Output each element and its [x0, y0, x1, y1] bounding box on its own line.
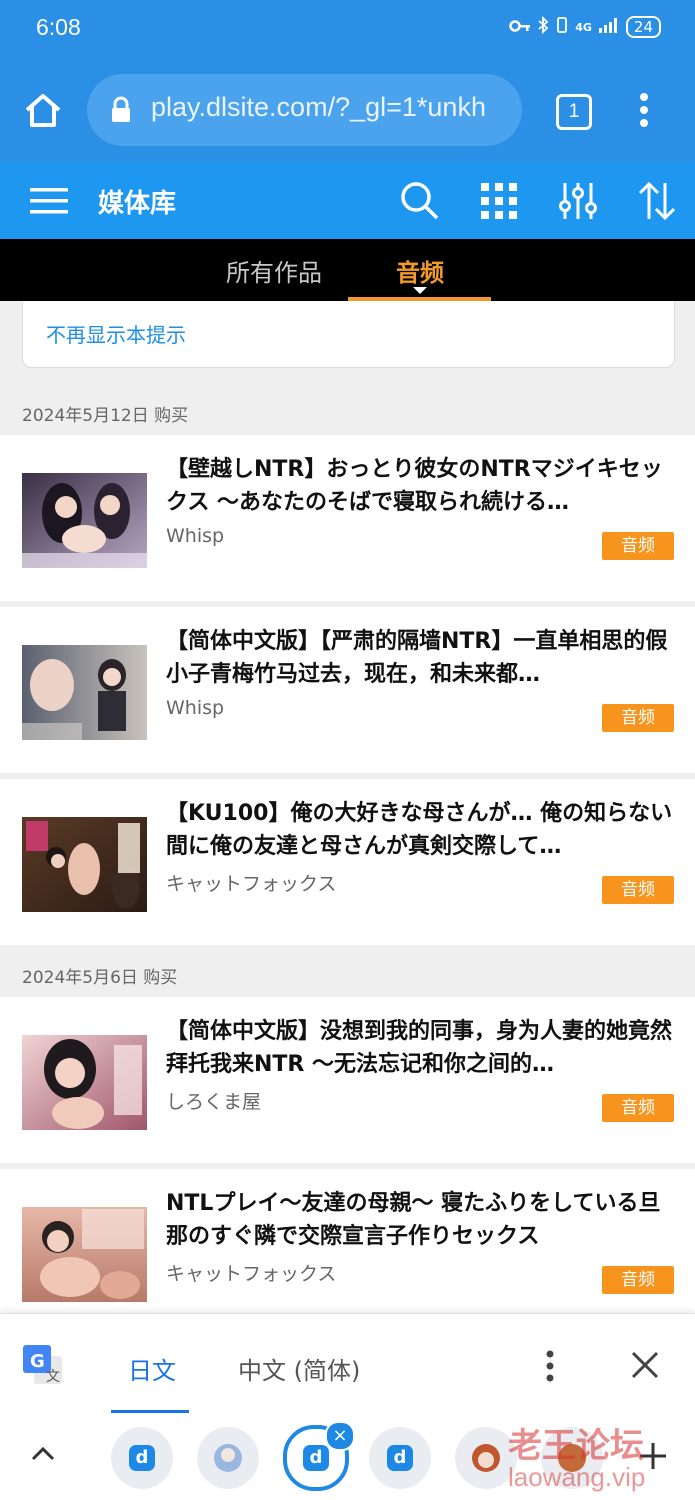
dlsite-icon: d [387, 1445, 413, 1471]
notice-card: 不再显示本提示 [22, 301, 675, 368]
list-item[interactable]: 【KU100】俺の大好きな母さんが… 俺の知らない間に俺の友達と母さんが真剣交際… [0, 779, 695, 945]
work-thumbnail [22, 817, 147, 912]
tab-all-works[interactable]: 所有作品 [226, 253, 322, 288]
lock-icon [109, 96, 133, 124]
audio-badge: 音频 [602, 532, 674, 560]
svg-text:文: 文 [46, 1369, 60, 1385]
chevron-up-icon [31, 1446, 55, 1461]
network-label: 4G [575, 20, 592, 34]
list-item[interactable]: 【壁越しNTR】おっとり彼女のNTRマジイキセックス ～あなたのそばで寝取られ続… [0, 435, 695, 601]
tab-indicator-caret [413, 287, 427, 294]
close-icon [631, 1351, 659, 1379]
grid-view-button[interactable] [479, 181, 519, 221]
menu-button[interactable] [30, 185, 68, 217]
status-time: 6:08 [36, 14, 81, 40]
search-button[interactable] [400, 181, 440, 221]
work-thumbnail [22, 1207, 147, 1302]
page-title: 媒体库 [98, 189, 177, 219]
status-bar: 6:08 4G 24 [0, 0, 695, 60]
bluetooth-icon [537, 15, 549, 38]
work-circle: キャットフォックス [166, 1263, 337, 1285]
work-thumbnail [22, 1035, 147, 1130]
watermark-text: 老王论坛 [508, 1426, 644, 1466]
work-circle: しろくま屋 [166, 1091, 262, 1113]
tab-thumbnail[interactable]: d [369, 1427, 431, 1489]
translate-bar: G 文 日文 中文 (简体) [0, 1313, 695, 1414]
category-tabs: 所有作品 音频 [0, 239, 695, 301]
tab-thumbnail[interactable]: d [111, 1427, 173, 1489]
hamburger-icon [30, 188, 68, 214]
avatar-icon [214, 1444, 242, 1472]
work-circle: Whisp [166, 697, 225, 719]
google-translate-icon: G 文 [22, 1344, 64, 1386]
work-title: 【壁越しNTR】おっとり彼女のNTRマジイキセックス ～あなたのそばで寝取られ続… [166, 457, 663, 515]
tab-thumbnail[interactable] [197, 1427, 259, 1489]
audio-badge: 音频 [602, 876, 674, 904]
search-icon [401, 182, 439, 220]
filter-button[interactable] [558, 181, 598, 221]
tab-audio[interactable]: 音频 [396, 253, 444, 288]
app-toolbar: 媒体库 [0, 163, 695, 239]
audio-badge: 音频 [602, 1094, 674, 1122]
watermark-url: laowang.vip [508, 1462, 646, 1492]
more-vertical-icon [546, 1350, 554, 1382]
audio-badge: 音频 [602, 1266, 674, 1294]
url-field[interactable]: play.dlsite.com/?_gl=1*unkh [87, 74, 522, 146]
audio-badge: 音频 [602, 704, 674, 732]
browser-address-bar: play.dlsite.com/?_gl=1*unkh 1 [0, 60, 695, 163]
signal-icon [598, 17, 620, 37]
grid-icon [481, 183, 517, 219]
dismiss-notice-link[interactable]: 不再显示本提示 [46, 319, 186, 348]
work-circle: キャットフォックス [166, 873, 337, 895]
dlsite-icon: d [129, 1445, 155, 1471]
sort-button[interactable] [637, 181, 677, 221]
sliders-icon [559, 183, 597, 219]
dlsite-icon: d [303, 1445, 329, 1471]
list-item[interactable]: 【简体中文版】【严肃的隔墙NTR】一直单相思的假小子青梅竹马过去，现在，和未来都… [0, 607, 695, 773]
work-title: 【KU100】俺の大好きな母さんが… 俺の知らない間に俺の友達と母さんが真剣交際… [166, 801, 673, 859]
source-language-tab[interactable]: 日文 [128, 1351, 176, 1386]
purchase-date-header: 2024年5月12日 购买 [22, 406, 189, 426]
list-item[interactable]: 【简体中文版】没想到我的同事，身为人妻的她竟然拜托我来NTR ～无法忘记和你之间… [0, 997, 695, 1163]
purchase-date-header: 2024年5月6日 购买 [22, 968, 178, 988]
status-icons: 4G 24 [509, 15, 661, 38]
work-title: 【简体中文版】没想到我的同事，身为人妻的她竟然拜托我来NTR ～无法忘记和你之间… [166, 1019, 673, 1077]
vibrate-icon [555, 16, 569, 38]
battery-indicator: 24 [625, 16, 661, 38]
work-thumbnail [22, 473, 147, 568]
close-tab-icon[interactable]: × [325, 1421, 355, 1451]
url-text: play.dlsite.com/?_gl=1*unkh [151, 92, 486, 122]
browser-tab-bar: d d × d 老王论坛 laowang.vip [0, 1413, 695, 1500]
tab-thumbnail-active[interactable]: d × [283, 1421, 355, 1491]
key-icon [509, 18, 531, 37]
expand-tabs-button[interactable] [30, 1443, 56, 1463]
more-vertical-icon [640, 93, 648, 127]
translate-close-button[interactable] [630, 1350, 660, 1380]
browser-menu-button[interactable] [634, 90, 654, 130]
home-icon [25, 94, 61, 127]
work-circle: Whisp [166, 525, 225, 547]
work-thumbnail [22, 645, 147, 740]
target-language-tab[interactable]: 中文 (简体) [238, 1351, 360, 1386]
home-button[interactable] [20, 88, 66, 134]
work-title: 【简体中文版】【严肃的隔墙NTR】一直单相思的假小子青梅竹马过去，现在，和未来都… [166, 629, 668, 687]
sort-icon [638, 181, 676, 221]
svg-text:G: G [30, 1351, 45, 1372]
translate-options-button[interactable] [543, 1348, 557, 1384]
library-list[interactable]: 不再显示本提示 2024年5月12日 购买 【壁越しNTR】おっとり彼女のNTR… [0, 301, 695, 1313]
tab-switcher-button[interactable]: 1 [556, 94, 592, 130]
work-title: NTLプレイ～友達の母親～ 寝たふりをしている旦那のすぐ隣で交際宣言子作りセック… [166, 1191, 661, 1249]
list-item[interactable]: NTLプレイ～友達の母親～ 寝たふりをしている旦那のすぐ隣で交際宣言子作りセック… [0, 1169, 695, 1313]
